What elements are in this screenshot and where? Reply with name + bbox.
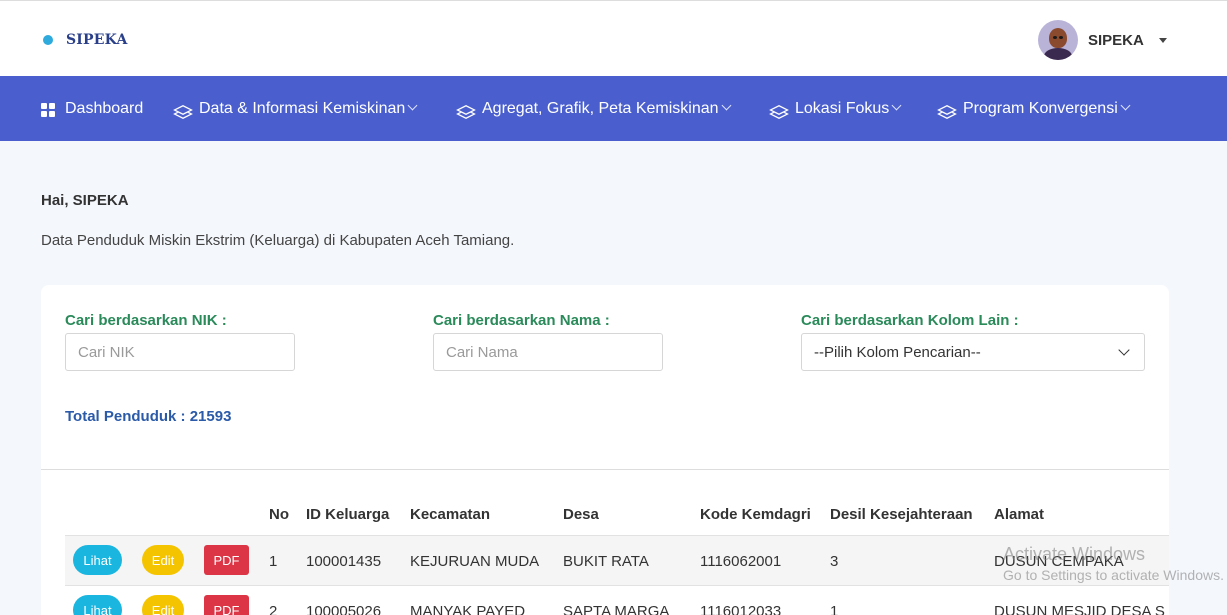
edit-button[interactable]: Edit <box>142 595 184 615</box>
lihat-button[interactable]: Lihat <box>73 595 122 615</box>
nav-item-label: Dashboard <box>65 99 144 117</box>
watermark-title: Activate Windows <box>1003 544 1146 564</box>
cell-desil: 1 <box>830 603 839 615</box>
cell-no: 2 <box>269 603 278 615</box>
cell-kecamatan: MANYAK PAYED <box>410 603 526 615</box>
cell-desa: SAPTA MARGA <box>563 603 670 615</box>
table-row: Lihat Edit PDF 2 100005026 MANYAK PAYED … <box>65 585 1169 615</box>
cell-desil: 3 <box>830 553 839 570</box>
divider <box>41 469 1169 470</box>
nav-item-agregat[interactable]: Agregat, Grafik, Peta Kemiskinan <box>456 76 732 141</box>
main-navbar: Dashboard Data & Informasi Kemiskinan Ag… <box>0 76 1227 141</box>
cell-kode-kemdagri: 1116012033 <box>700 603 782 615</box>
nav-item-label: Data & Informasi Kemiskinan <box>199 99 406 117</box>
cell-desa: BUKIT RATA <box>563 553 649 570</box>
brand-logo[interactable]: SIPEKA <box>43 32 128 48</box>
cell-kode-kemdagri: 1116062001 <box>700 553 782 570</box>
layers-icon <box>937 103 957 119</box>
column-header[interactable]: ID Keluarga <box>306 506 389 523</box>
column-header[interactable]: Desa <box>563 506 599 523</box>
nama-search-input[interactable] <box>433 333 663 371</box>
avatar-head-shape <box>1049 28 1067 48</box>
layers-icon <box>769 103 789 119</box>
cell-no: 1 <box>269 553 278 570</box>
data-card: Cari berdasarkan NIK : Cari berdasarkan … <box>41 285 1169 615</box>
nav-item-lokasi-fokus[interactable]: Lokasi Fokus <box>769 76 902 141</box>
column-header[interactable]: Kecamatan <box>410 506 490 523</box>
layers-icon <box>173 103 193 119</box>
avatar-body-shape <box>1044 48 1072 60</box>
greeting: Hai, SIPEKA <box>41 192 129 209</box>
column-header[interactable]: Alamat <box>994 506 1044 523</box>
watermark-subtitle: Go to Settings to activate Windows. <box>1003 567 1224 583</box>
layers-icon <box>456 103 476 119</box>
total-count: Total Penduduk : 21593 <box>65 408 232 425</box>
cell-id-keluarga: 100001435 <box>306 553 382 570</box>
kolom-select-value: --Pilih Kolom Pencarian-- <box>814 343 981 361</box>
edit-button[interactable]: Edit <box>142 545 184 575</box>
cell-alamat: DUSUN MESJID DESA S <box>994 603 1165 615</box>
chevron-down-icon <box>407 100 418 111</box>
avatar[interactable] <box>1038 20 1078 60</box>
cell-kecamatan: KEJURUAN MUDA <box>410 553 540 570</box>
nama-label: Cari berdasarkan Nama : <box>433 312 610 329</box>
grid-icon <box>41 101 57 117</box>
kolom-select[interactable]: --Pilih Kolom Pencarian-- <box>801 333 1145 371</box>
brand-name: SIPEKA <box>66 32 128 48</box>
column-header[interactable]: Desil Kesejahteraan <box>830 506 973 523</box>
column-header[interactable]: Kode Kemdagri <box>700 506 811 523</box>
avatar-eye-shape <box>1053 36 1057 39</box>
cell-id-keluarga: 100005026 <box>306 603 382 615</box>
nav-item-label: Agregat, Grafik, Peta Kemiskinan <box>482 99 719 117</box>
nav-item-label: Lokasi Fokus <box>795 99 890 117</box>
chevron-down-icon <box>1118 344 1130 356</box>
kolom-label: Cari berdasarkan Kolom Lain : <box>801 312 1019 329</box>
brand-dot-icon <box>43 35 53 45</box>
page-subtitle: Data Penduduk Miskin Ekstrim (Keluarga) … <box>41 232 515 249</box>
nik-search-input[interactable] <box>65 333 295 371</box>
user-name[interactable]: SIPEKA <box>1088 32 1144 49</box>
pdf-button[interactable]: PDF <box>204 545 249 575</box>
nav-item-dashboard[interactable]: Dashboard <box>41 76 143 141</box>
chevron-down-icon <box>721 100 732 111</box>
pdf-button[interactable]: PDF <box>204 595 249 615</box>
user-menu[interactable]: SIPEKA <box>1038 20 1167 60</box>
nav-item-data-informasi[interactable]: Data & Informasi Kemiskinan <box>173 76 418 141</box>
column-header[interactable]: No <box>269 506 289 523</box>
activate-windows-watermark: Activate Windows Go to Settings to activ… <box>1003 544 1224 583</box>
nik-label: Cari berdasarkan NIK : <box>65 312 227 329</box>
avatar-eye-shape <box>1059 36 1063 39</box>
nav-item-label: Program Konvergensi <box>963 99 1118 117</box>
lihat-button[interactable]: Lihat <box>73 545 122 575</box>
nav-item-program-konvergensi[interactable]: Program Konvergensi <box>937 76 1131 141</box>
caret-down-icon[interactable] <box>1158 37 1167 43</box>
top-bar: SIPEKA SIPEKA <box>0 0 1227 76</box>
chevron-down-icon <box>891 100 902 111</box>
chevron-down-icon <box>1120 100 1131 111</box>
